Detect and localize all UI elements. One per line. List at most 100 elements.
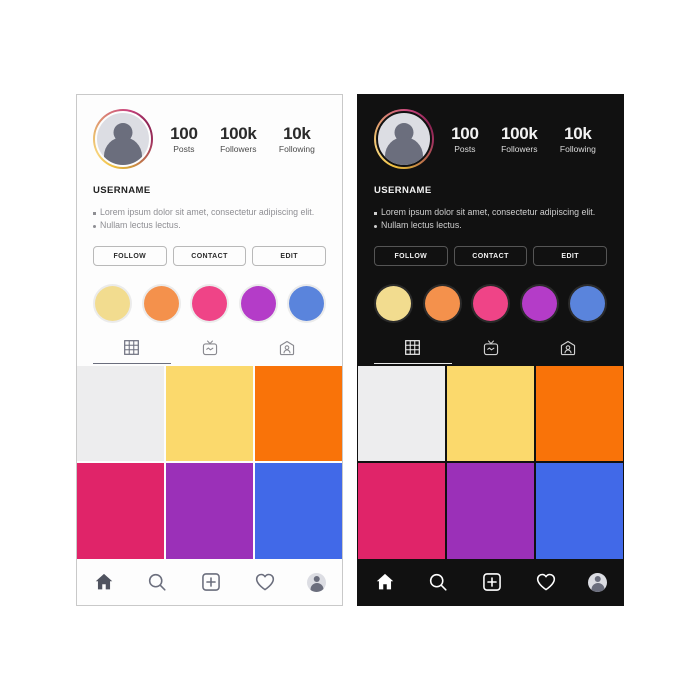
contact-button[interactable]: CONTACT: [172, 245, 247, 266]
tab-igtv[interactable]: [171, 339, 249, 364]
bullet-icon: [374, 224, 377, 228]
contact-button[interactable]: CONTACT: [453, 245, 528, 266]
stat-posts-label: Posts: [173, 144, 195, 155]
stat-followers[interactable]: 100k Followers: [220, 124, 257, 155]
avatar[interactable]: [93, 109, 153, 169]
stat-following[interactable]: 10k Following: [560, 124, 596, 155]
photo-grid: [77, 365, 342, 559]
grid-tile-5[interactable]: [447, 463, 534, 559]
stat-posts-value: 100: [170, 123, 198, 143]
stat-following[interactable]: 10k Following: [279, 124, 315, 155]
grid-tile-6[interactable]: [536, 463, 623, 559]
nav-search-button[interactable]: [427, 571, 449, 593]
story-highlight-5[interactable]: [568, 283, 607, 323]
nav-search-button[interactable]: [146, 571, 168, 593]
profile-stats: 100 Posts 100k Followers 10k Following: [153, 124, 326, 155]
profile-avatar-icon: [588, 572, 608, 592]
story-highlight-1[interactable]: [374, 283, 413, 323]
profile-avatar-icon: [307, 572, 327, 592]
user-avatar-icon: [376, 111, 432, 167]
story-highlight-4[interactable]: [238, 283, 278, 323]
bio-line-1: Lorem ipsum dolor sit amet, consectetur …: [374, 206, 607, 219]
profile-panel-light: 100 Posts 100k Followers 10k Following U…: [76, 94, 343, 606]
grid-tile-6[interactable]: [255, 463, 342, 559]
nav-activity-button[interactable]: [254, 571, 276, 593]
grid-tile-4[interactable]: [77, 463, 164, 559]
bottom-navbar: [358, 559, 623, 605]
profile-action-buttons: FOLLOW CONTACT EDIT: [93, 245, 327, 266]
stat-following-label: Following: [278, 144, 315, 155]
bullet-icon: [93, 212, 96, 215]
grid-tile-2[interactable]: [447, 365, 534, 462]
bio-line-1: Lorem ipsum dolor sit amet, consectetur …: [93, 206, 326, 219]
story-highlight-3[interactable]: [471, 283, 510, 323]
story-highlight-4[interactable]: [519, 283, 559, 323]
profile-bio: Lorem ipsum dolor sit amet, consectetur …: [93, 206, 326, 232]
story-highlight-1[interactable]: [93, 283, 132, 323]
screenshot-canvas: 100 Posts 100k Followers 10k Following U…: [0, 0, 700, 700]
tab-tagged[interactable]: [248, 339, 326, 364]
stat-followers-label: Followers: [501, 144, 538, 155]
profile-body-dark: 100 Posts 100k Followers 10k Following U…: [358, 95, 623, 364]
stat-following-value: 10k: [283, 123, 311, 143]
stat-following-label: Following: [559, 144, 596, 155]
stat-followers-value: 100k: [500, 123, 538, 143]
stat-followers-label: Followers: [220, 144, 257, 155]
nav-activity-button[interactable]: [535, 571, 557, 593]
story-highlight-3[interactable]: [190, 283, 229, 323]
grid-tile-4[interactable]: [358, 463, 445, 559]
follow-button[interactable]: FOLLOW: [93, 245, 167, 266]
profile-tabs: [93, 339, 326, 364]
photo-grid: [358, 365, 623, 559]
profile-body-light: 100 Posts 100k Followers 10k Following U…: [77, 95, 342, 364]
avatar[interactable]: [374, 109, 434, 169]
tab-grid[interactable]: [93, 339, 171, 364]
bio-line-2-text: Nullam lectus lectus.: [381, 219, 462, 230]
story-highlight-5[interactable]: [287, 283, 326, 323]
profile-header: 100 Posts 100k Followers 10k Following: [93, 95, 326, 169]
profile-action-buttons: FOLLOW CONTACT EDIT: [374, 245, 608, 266]
edit-button[interactable]: EDIT: [533, 245, 608, 266]
profile-username: USERNAME: [374, 185, 432, 196]
profile-username: USERNAME: [93, 185, 151, 196]
nav-profile-button[interactable]: [307, 572, 327, 592]
follow-button[interactable]: FOLLOW: [374, 245, 448, 266]
stat-following-value: 10k: [564, 123, 592, 143]
profile-bio: Lorem ipsum dolor sit amet, consectetur …: [374, 206, 607, 232]
story-highlights: [93, 283, 326, 323]
story-highlight-2[interactable]: [141, 283, 181, 323]
grid-tile-5[interactable]: [166, 463, 253, 559]
user-avatar-icon: [95, 111, 151, 167]
bullet-icon: [374, 212, 377, 215]
bullet-icon: [93, 224, 96, 228]
stat-followers[interactable]: 100k Followers: [501, 124, 538, 155]
nav-add-button[interactable]: [200, 571, 222, 593]
profile-stats: 100 Posts 100k Followers 10k Following: [434, 124, 607, 155]
grid-tile-1[interactable]: [358, 365, 445, 462]
nav-home-button[interactable]: [93, 571, 115, 593]
grid-tile-2[interactable]: [166, 365, 253, 462]
stat-posts[interactable]: 100 Posts: [451, 123, 479, 155]
story-highlights: [374, 283, 607, 323]
nav-profile-button[interactable]: [588, 572, 608, 592]
grid-tile-3[interactable]: [255, 365, 342, 462]
grid-tile-3[interactable]: [536, 365, 623, 462]
stat-posts-value: 100: [451, 123, 479, 143]
story-highlight-2[interactable]: [422, 283, 462, 323]
bio-line-2: Nullam lectus lectus.: [374, 219, 607, 232]
bottom-navbar: [77, 559, 342, 605]
profile-panel-dark: 100 Posts 100k Followers 10k Following U…: [357, 94, 624, 606]
bio-line-2: Nullam lectus lectus.: [93, 219, 326, 232]
bio-line-2-text: Nullam lectus lectus.: [100, 219, 181, 230]
nav-home-button[interactable]: [374, 571, 396, 593]
nav-add-button[interactable]: [481, 571, 503, 593]
tab-grid[interactable]: [374, 339, 452, 364]
stat-posts[interactable]: 100 Posts: [170, 123, 198, 155]
grid-tile-1[interactable]: [77, 365, 164, 462]
profile-tabs: [374, 339, 607, 364]
stat-posts-label: Posts: [454, 144, 476, 155]
edit-button[interactable]: EDIT: [252, 245, 327, 266]
tab-tagged[interactable]: [529, 339, 607, 364]
tab-igtv[interactable]: [452, 339, 530, 364]
bio-line-1-text: Lorem ipsum dolor sit amet, consectetur …: [100, 207, 315, 217]
